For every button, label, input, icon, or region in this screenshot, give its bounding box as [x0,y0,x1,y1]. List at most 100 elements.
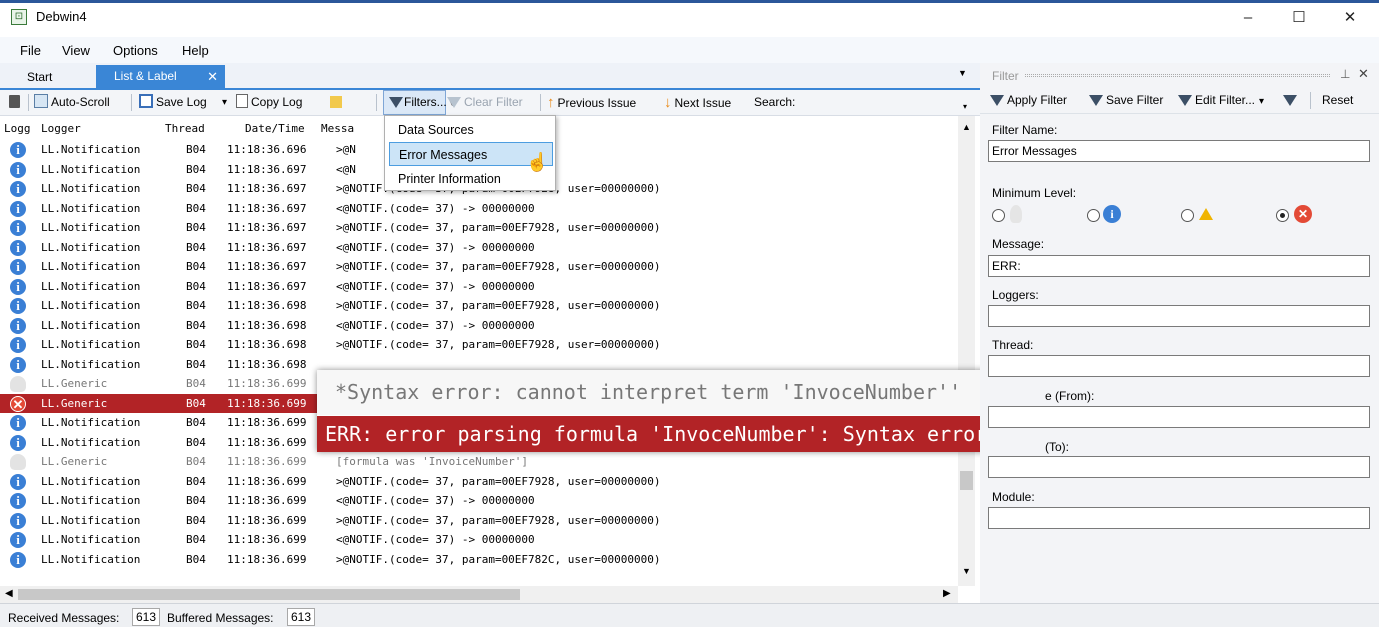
save-log-label: Save Log [156,95,207,109]
funnel-icon [389,97,403,108]
scroll-left-icon[interactable]: ◀ [5,588,13,599]
level-info-radio[interactable] [1087,209,1100,222]
table-row[interactable]: i LL.Notification B04 11:18:36.699 >@NOTIF.(… [0,511,958,531]
clear-filter-icon [1283,95,1297,106]
level-error-radio[interactable] [1276,209,1289,222]
table-row[interactable]: i LL.Notification B04 11:18:36.699 >@NOTIF.(… [0,472,958,492]
toolbar: Auto-Scroll Save Log ▾ Copy Log Filters.… [0,90,980,116]
module-input[interactable] [988,507,1370,529]
row-thread: B04 [186,221,206,234]
buffered-messages-count: 613 [287,608,316,626]
date-to-input[interactable] [988,456,1370,478]
tab-close-icon[interactable]: ✕ [207,65,218,88]
info-icon: i [10,259,26,275]
search-label: Search: [754,95,796,109]
table-row[interactable]: i LL.Notification B04 11:18:36.698 >@NOTIF.(… [0,335,958,355]
auto-scroll-button[interactable]: Auto-Scroll [34,94,110,111]
scroll-right-icon[interactable]: ▶ [943,588,951,599]
menu-options[interactable]: Options [113,43,158,58]
filters-button[interactable]: Filters... ▾ [383,90,455,115]
pin-icon[interactable]: ⊥ [1340,67,1350,81]
table-row[interactable]: i LL.Notification B04 11:18:36.699 <@NOTIF.(… [0,530,958,550]
buffered-messages-label: Buffered Messages: [167,611,274,625]
column-level[interactable]: Logg [4,122,31,135]
maximize-button[interactable]: ☐ [1276,3,1322,33]
table-row[interactable]: i LL.Notification B04 11:18:36.697 >@NOTIF.(… [0,218,958,238]
table-row[interactable]: i LL.Notification B04 11:18:36.698 >@NOTIF.(… [0,296,958,316]
save-log-button[interactable]: Save Log [139,94,207,111]
column-thread[interactable]: Thread [165,122,205,135]
reset-button[interactable]: Reset [1322,92,1353,109]
vertical-scrollbar[interactable]: ▲ ▼ [958,116,975,586]
minimize-button[interactable]: – [1225,3,1271,33]
panel-close-icon[interactable]: ✕ [1358,66,1369,82]
module-label: Module: [992,490,1035,504]
save-log-dropdown-icon[interactable]: ▾ [222,94,227,111]
row-logger: LL.Generic [41,455,108,468]
vertical-scroll-thumb[interactable] [960,471,973,490]
row-thread: B04 [186,416,206,429]
copy-log-button[interactable]: Copy Log [236,94,302,111]
row-logger: LL.Notification [41,357,141,371]
previous-issue-button[interactable]: ↑ Previous Issue [547,94,636,112]
row-message: <@N [336,162,356,176]
table-row[interactable]: i LL.Notification B04 11:18:36.697 <@NOTIF.(… [0,277,958,297]
row-message: >@NOTIF.(code= 37, param=00EF7928, user=… [336,513,661,527]
info-icon: i [10,473,26,490]
close-button[interactable]: ✕ [1327,3,1373,33]
tab-list-and-label[interactable]: List & Label ✕ [96,65,225,88]
column-message[interactable]: Messa [321,122,354,135]
clear-panel-filter-button[interactable] [1283,92,1300,109]
scroll-down-icon[interactable]: ▼ [962,566,971,576]
filter-name-label: Filter Name: [992,123,1058,137]
table-row[interactable]: i LL.Notification B04 11:18:36.698 <@NOTIF.(… [0,316,958,336]
next-issue-label: Next Issue [674,96,732,110]
level-generic-radio[interactable] [992,209,1005,222]
menu-item-data-sources[interactable]: Data Sources [389,118,553,142]
info-icon: i [10,220,26,236]
row-message: >@N [336,143,356,156]
info-icon: i [10,434,26,451]
table-row[interactable]: i LL.Notification B04 11:18:36.699 <@NOTIF.(… [0,491,958,511]
table-row[interactable]: i LL.Notification B04 11:18:36.697 >@NOTIF.(… [0,257,958,277]
column-datetime[interactable]: Date/Time [245,122,305,135]
panel-grip[interactable] [1025,74,1330,77]
row-logger: LL.Notification [41,279,141,293]
message-input[interactable]: ERR: [988,255,1370,277]
arrow-up-icon: ↑ [547,94,555,111]
edit-filter-button[interactable]: Edit Filter... ▾ [1178,92,1264,110]
tab-dropdown-icon[interactable]: ▼ [958,68,967,78]
save-filter-button[interactable]: Save Filter [1089,92,1163,109]
row-time: 11:18:36.699 [227,435,307,449]
apply-filter-button[interactable]: Apply Filter [990,92,1067,109]
table-row[interactable]: i LL.Notification B04 11:18:36.697 <@NOTIF.(… [0,238,958,258]
row-time: 11:18:36.696 [227,143,307,156]
row-logger: LL.Notification [41,240,141,254]
menu-file[interactable]: File [20,43,41,58]
date-from-input[interactable] [988,406,1370,428]
loggers-input[interactable] [988,305,1370,327]
scroll-up-icon[interactable]: ▲ [962,122,971,132]
row-thread: B04 [186,162,206,176]
row-logger: LL.Notification [41,182,141,195]
menu-help[interactable]: Help [182,43,209,58]
horizontal-scroll-thumb[interactable] [18,589,520,600]
clear-filter-button[interactable]: Clear Filter [447,94,523,111]
info-icon: i [10,493,26,509]
table-row[interactable]: LL.Generic B04 11:18:36.699 [formula was '… [0,452,958,472]
column-logger[interactable]: Logger [41,122,81,135]
menu-view[interactable]: View [62,43,90,58]
save-filter-icon [1089,95,1103,106]
row-logger: LL.Notification [41,318,141,332]
table-row[interactable]: i LL.Notification B04 11:18:36.699 >@NOTIF.(… [0,550,958,570]
filter-name-input[interactable]: Error Messages [988,140,1370,162]
insert-marker-button[interactable] [330,94,345,111]
tab-start[interactable]: Start [18,66,88,88]
next-issue-button[interactable]: ↓ Next Issue [664,94,731,112]
row-thread: B04 [186,240,206,254]
toolbar-overflow-icon[interactable]: ▾ [963,98,967,115]
table-row[interactable]: i LL.Notification B04 11:18:36.697 <@NOTIF.(… [0,199,958,219]
clear-log-button[interactable] [9,94,23,111]
level-warning-radio[interactable] [1181,209,1194,222]
thread-input[interactable] [988,355,1370,377]
